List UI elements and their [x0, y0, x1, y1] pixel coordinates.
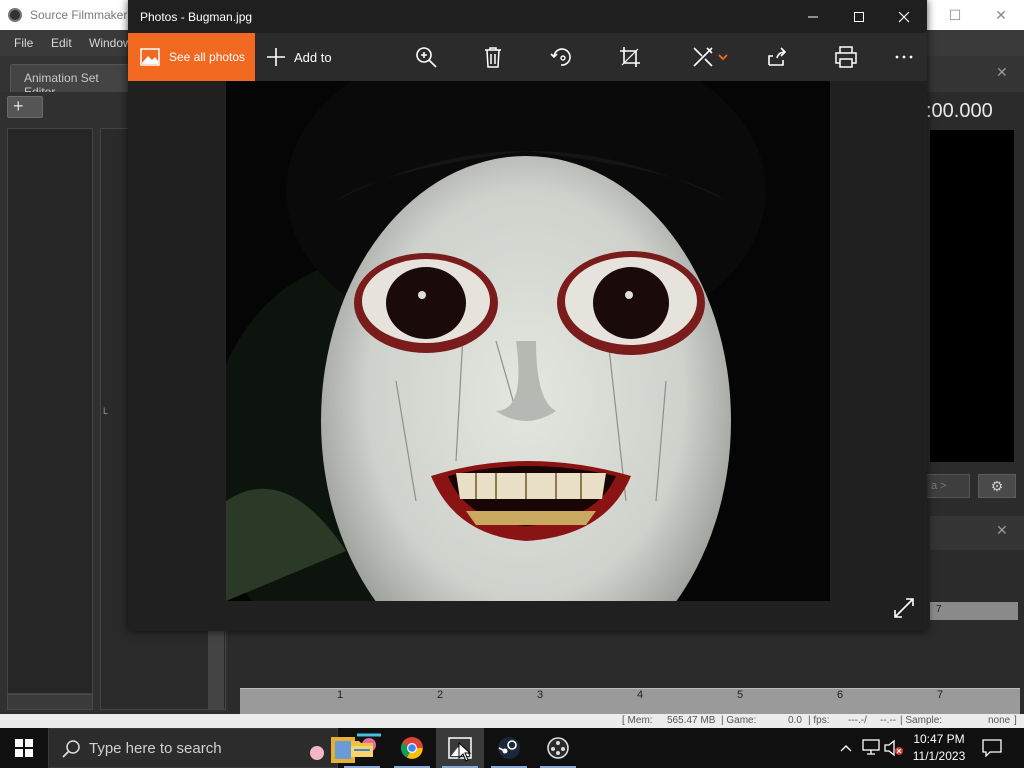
taskbar-chrome[interactable]: [388, 728, 436, 768]
viewport-gear-icon[interactable]: ⚙: [978, 474, 1016, 498]
animation-set-list[interactable]: [7, 128, 93, 694]
taskbar-file-explorer[interactable]: [338, 728, 386, 768]
clock-time: 10:47 PM: [913, 732, 965, 746]
chrome-icon: [401, 737, 423, 759]
viewport-dropdown[interactable]: a >: [926, 474, 970, 498]
steam-icon: [498, 737, 520, 759]
viewport-close-icon[interactable]: ✕: [996, 64, 1008, 81]
taskbar-steam[interactable]: [485, 728, 533, 768]
timeline-tick: 6: [836, 689, 844, 701]
panel-vertical-scrollbar[interactable]: [208, 630, 224, 710]
source-filmmaker-icon: [547, 737, 569, 759]
timeline-tick: 4: [636, 689, 644, 701]
status-fps-label: | fps:: [808, 715, 830, 726]
status-game-value: 0.0: [788, 715, 802, 726]
status-fps-extra: --.--: [880, 715, 897, 726]
photos-window: Photos - Bugman.jpg See all photos Add t…: [128, 0, 927, 631]
sfm-close-button[interactable]: ✕: [978, 0, 1024, 30]
list-horizontal-scrollbar[interactable]: [7, 694, 93, 710]
close-icon: [898, 11, 910, 22]
mouse-cursor-icon: [458, 742, 472, 762]
panel-letter: L: [103, 406, 109, 416]
sfm-viewport-header: [930, 56, 1024, 92]
timeline-tick: 1: [336, 689, 344, 701]
photos-minimize-button[interactable]: [790, 0, 836, 33]
photos-titlebar: Photos - Bugman.jpg: [128, 0, 927, 33]
timeline-tick: 7: [936, 689, 944, 701]
sfm-status-bar: [ Mem: 565.47 MB | Game: 0.0 | fps: ---.…: [0, 714, 1024, 728]
photos-toolbar: See all photos Add to: [128, 33, 927, 81]
add-animation-set-button[interactable]: +: [7, 96, 43, 118]
rotate-icon[interactable]: [549, 45, 573, 69]
maximize-icon: [854, 11, 864, 22]
photo-image[interactable]: [226, 81, 830, 601]
timeline-tick: 5: [736, 689, 744, 701]
edit-draw-icon[interactable]: [691, 45, 715, 69]
menu-edit[interactable]: Edit: [51, 36, 72, 50]
timeline-tick: 3: [536, 689, 544, 701]
clock-date: 11/1/2023: [912, 749, 966, 763]
status-sample-label: | Sample:: [900, 715, 943, 726]
crop-icon[interactable]: [618, 45, 642, 69]
plus-icon: [267, 48, 285, 66]
tray-clock[interactable]: 10:47 PM 11/1/2023: [905, 731, 973, 765]
tab-animation-set-editor[interactable]: Animation Set Editor: [10, 64, 130, 99]
sfm-maximize-button[interactable]: ☐: [932, 0, 978, 30]
photos-close-button[interactable]: [881, 0, 927, 33]
chevron-down-icon[interactable]: [718, 53, 728, 61]
timeline-tick: 2: [436, 689, 444, 701]
mini-ruler-tick: 7: [936, 604, 942, 615]
gallery-icon: [140, 48, 160, 66]
sfm-logo-icon: [8, 8, 22, 22]
status-mem-value: 565.47 MB: [667, 715, 716, 726]
photos-maximize-button[interactable]: [836, 0, 882, 33]
start-button[interactable]: [0, 728, 48, 768]
tray-chevron-up-icon[interactable]: [840, 742, 852, 754]
status-mem-label: [ Mem:: [622, 715, 653, 726]
search-icon: [62, 740, 80, 758]
more-icon[interactable]: [892, 45, 916, 69]
taskbar: Type here to search 10:47 PM 11/1/2023: [0, 728, 1024, 768]
search-box[interactable]: Type here to search: [48, 728, 381, 768]
share-icon[interactable]: [765, 45, 789, 69]
sfm-timeline-header: [930, 516, 1024, 550]
add-to-label: Add to: [294, 49, 332, 65]
print-icon[interactable]: [834, 45, 858, 69]
timeline-close-icon[interactable]: ✕: [996, 522, 1008, 539]
status-end: ]: [1014, 715, 1017, 726]
search-placeholder: Type here to search: [89, 740, 222, 757]
menu-file[interactable]: File: [14, 36, 33, 50]
zoom-icon[interactable]: [414, 45, 438, 69]
photos-window-title: Photos - Bugman.jpg: [140, 10, 253, 24]
status-game-label: | Game:: [721, 715, 757, 726]
sfm-viewport[interactable]: [930, 130, 1014, 462]
taskbar-photos[interactable]: [436, 728, 484, 768]
see-all-photos-button[interactable]: See all photos: [128, 33, 255, 81]
timeline-ruler[interactable]: 1 2 3 4 5 6 7: [240, 688, 1020, 714]
mini-ruler: 7: [930, 602, 1018, 620]
taskbar-source-filmmaker[interactable]: [534, 728, 582, 768]
status-fps-value: ---.-/: [848, 715, 867, 726]
expand-icon[interactable]: [892, 596, 916, 620]
sfm-window-title: Source Filmmaker: [30, 8, 128, 22]
add-to-button[interactable]: Add to: [266, 33, 332, 81]
see-all-photos-label: See all photos: [169, 50, 246, 64]
menu-window[interactable]: Window: [89, 36, 132, 50]
file-explorer-icon: [351, 741, 373, 757]
delete-icon[interactable]: [481, 45, 505, 69]
windows-icon: [15, 739, 33, 757]
status-sample-value: none: [988, 715, 1011, 726]
minimize-icon: [808, 16, 818, 17]
volume-muted-icon[interactable]: [884, 739, 904, 757]
timecode-display: :00.000: [926, 100, 993, 122]
network-icon[interactable]: [862, 739, 880, 755]
notifications-icon[interactable]: [982, 739, 1002, 757]
